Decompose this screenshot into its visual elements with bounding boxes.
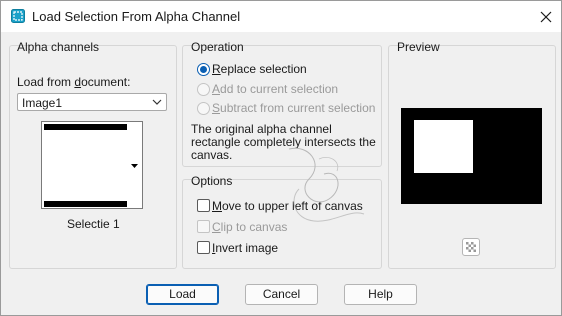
operation-message-line-3: canvas.: [191, 148, 233, 162]
load-button[interactable]: Load: [146, 284, 219, 305]
window-title: Load Selection From Alpha Channel: [32, 9, 241, 24]
channel-dropdown-button[interactable]: [128, 124, 141, 206]
move-text: ove to upper left of canvas: [222, 199, 363, 213]
dropdown-arrow-icon: [131, 164, 138, 168]
thumbnail-top-band: [44, 124, 127, 130]
replace-access-key: R: [212, 62, 221, 76]
add-to-selection-label[interactable]: Add to current selection: [212, 82, 338, 96]
load-from-document-label: Load from document:: [17, 75, 130, 89]
alpha-channels-label: Alpha channels: [17, 40, 100, 54]
invert-image-label[interactable]: Invert image: [212, 241, 278, 255]
move-to-upper-left-label[interactable]: Move to upper left of canvas: [212, 199, 363, 213]
subtract-text: ubtract from current selection: [220, 101, 376, 115]
selection-app-icon: [11, 9, 25, 23]
checkerboard-pattern: [466, 242, 476, 252]
preview-selection: [414, 120, 473, 173]
channel-name: Selectie 1: [67, 217, 120, 231]
load-from-prefix: Load from: [17, 75, 75, 89]
operation-message-line-1: The original alpha channel: [191, 122, 332, 136]
document-select[interactable]: Image1: [17, 93, 167, 111]
subtract-selection-label[interactable]: Subtract from current selection: [212, 101, 375, 115]
clip-text: lip to canvas: [220, 220, 288, 234]
subtract-access-key: S: [212, 101, 221, 115]
move-to-upper-left-checkbox[interactable]: [197, 199, 210, 212]
help-button[interactable]: Help: [344, 284, 417, 305]
add-text: dd to current selection: [220, 82, 339, 96]
clip-access-key: C: [212, 220, 221, 234]
replace-text: eplace selection: [220, 62, 307, 76]
clip-to-canvas-label[interactable]: Clip to canvas: [212, 220, 287, 234]
preview-label: Preview: [397, 40, 440, 54]
subtract-selection-radio[interactable]: [197, 102, 210, 115]
channel-thumbnail[interactable]: [41, 121, 143, 209]
checkerboard-icon[interactable]: [462, 238, 480, 256]
thumbnail-bottom-band: [44, 201, 127, 207]
clip-to-canvas-checkbox[interactable]: [197, 220, 210, 233]
add-to-selection-radio[interactable]: [197, 83, 210, 96]
operation-message-line-2: rectangle completely intersects the: [191, 135, 376, 149]
add-access-key: A: [212, 82, 221, 96]
cancel-button[interactable]: Cancel: [245, 284, 318, 305]
dialog: Load Selection From Alpha Channel Alpha …: [0, 0, 562, 316]
title-bar: Load Selection From Alpha Channel: [1, 1, 561, 32]
invert-text: nvert image: [215, 241, 279, 255]
preview-canvas: [401, 108, 542, 204]
document-select-value: Image1: [22, 96, 63, 110]
chevron-down-icon: [152, 99, 162, 105]
close-icon[interactable]: [537, 8, 555, 26]
invert-image-checkbox[interactable]: [197, 241, 210, 254]
replace-selection-radio[interactable]: [197, 63, 210, 76]
move-access-key: M: [212, 199, 222, 213]
channel-thumbnail-image: [44, 124, 127, 207]
load-from-suffix: ocument:: [81, 75, 131, 89]
replace-selection-label[interactable]: Replace selection: [212, 62, 307, 76]
options-label: Options: [191, 174, 233, 188]
operation-label: Operation: [191, 40, 244, 54]
